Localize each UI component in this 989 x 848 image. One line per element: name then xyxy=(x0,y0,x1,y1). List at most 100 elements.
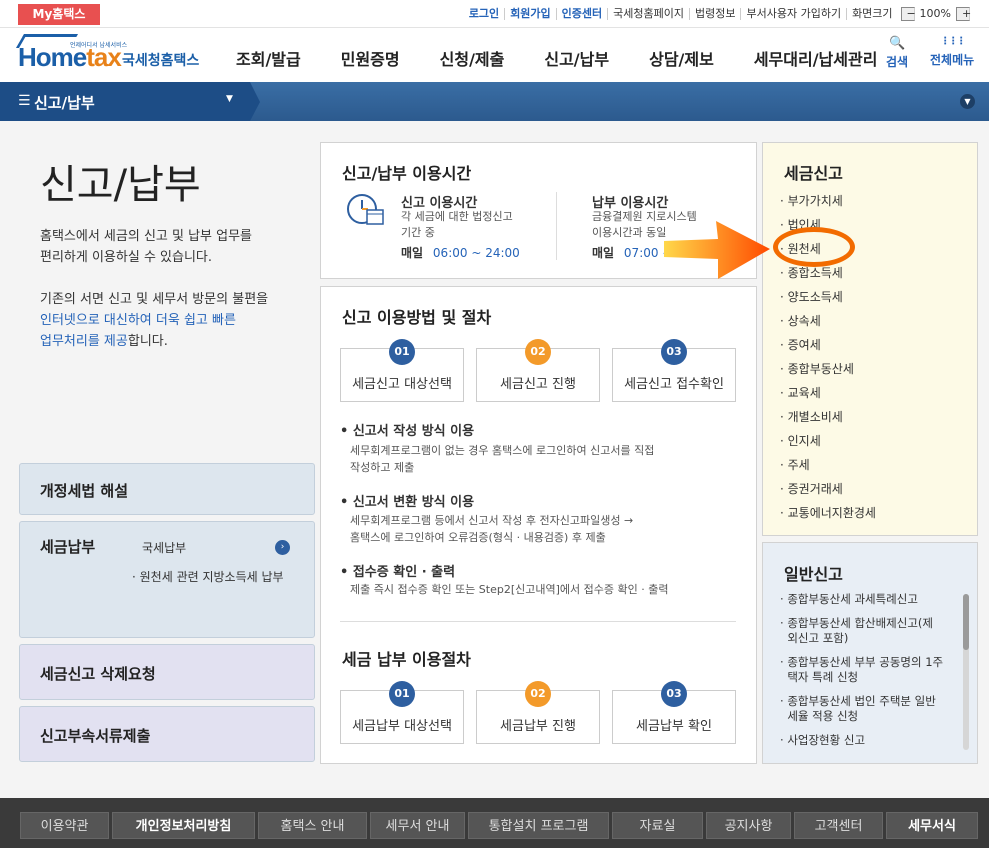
general-link-corporate-housing[interactable]: · 종합부동산세 법인 주택분 일반 세율 적용 신청 xyxy=(780,694,960,724)
general-link-label: 종합부동산세 과세특례신고 xyxy=(787,592,918,606)
nts-homepage-link[interactable]: 국세청홈페이지 xyxy=(608,8,690,20)
dropdown-arrow-icon: ▼ xyxy=(226,94,233,104)
login-link[interactable]: 로그인 xyxy=(464,8,506,20)
national-tax-payment-link[interactable]: 국세납부 xyxy=(142,539,186,556)
footer-privacy[interactable]: 개인정보처리방침 xyxy=(112,812,255,839)
method-bullet-text: 신고서 작성 방식 이용 xyxy=(352,424,475,439)
attachment-submit-box[interactable]: 신고부속서류제출 xyxy=(19,706,315,762)
zoom-in-button[interactable]: + xyxy=(956,7,971,21)
step-pay-progress[interactable]: 02 세금납부 진행 xyxy=(476,681,600,744)
tax-link-vat[interactable]: · 부가가치세 xyxy=(780,192,843,209)
intro-highlight: 업무처리를 제공 xyxy=(40,334,128,349)
method-desc-2: 세무회계프로그램 등에서 신고서 작성 후 전자신고파일생성 → 홈택스에 로그인… xyxy=(350,512,730,546)
screen-size-label: 화면크기 xyxy=(852,7,893,20)
step-report-select[interactable]: 01 세금신고 대상선택 xyxy=(340,339,464,402)
tax-link-stamp[interactable]: · 인지세 xyxy=(780,432,821,449)
gnb-certificate[interactable]: 민원증명 xyxy=(341,46,400,70)
dept-user-signup-link[interactable]: 부서사용자 가입하기 xyxy=(741,8,848,20)
tax-link-liquor[interactable]: · 주세 xyxy=(780,456,810,473)
footer-tax-office[interactable]: 세무서 안내 xyxy=(370,812,465,839)
tax-link-inheritance[interactable]: · 상속세 xyxy=(780,312,821,329)
arrow-right-icon[interactable]: › xyxy=(275,540,290,555)
tax-link-label: 교육세 xyxy=(787,386,821,400)
logo-tax-text: tax xyxy=(86,42,122,72)
tax-link-transfer[interactable]: · 양도소득세 xyxy=(780,288,843,305)
general-link-label: 종합부동산세 합산배제신고(제 xyxy=(787,616,933,630)
location-arrow-shape xyxy=(250,82,260,121)
tax-link-label: 증권거래세 xyxy=(787,482,843,496)
step-pay-confirm[interactable]: 03 세금납부 확인 xyxy=(612,681,736,744)
top-links: 로그인 회원가입 인증센터 국세청홈페이지 법령정보 부서사용자 가입하기 화면… xyxy=(464,7,973,21)
footer-notice[interactable]: 공지사항 xyxy=(706,812,791,839)
tax-link-transport-energy[interactable]: · 교통에너지환경세 xyxy=(780,504,876,521)
all-menu-label: 전체메뉴 xyxy=(930,53,975,67)
tax-link-property[interactable]: · 종합부동산세 xyxy=(780,360,854,377)
delete-request-box[interactable]: 세금신고 삭제요청 xyxy=(19,644,315,700)
my-hometax-button[interactable]: My홈택스 xyxy=(18,4,100,25)
footer-terms[interactable]: 이용약관 xyxy=(20,812,109,839)
tax-link-securities[interactable]: · 증권거래세 xyxy=(780,480,843,497)
intro-highlight: 인터넷으로 대신하여 더욱 쉽고 빠른 xyxy=(40,313,236,328)
tax-law-revision-box[interactable]: 개정세법 해설 xyxy=(19,463,315,515)
tax-payment-title: 세금납부 xyxy=(40,538,96,556)
logo-home-text: Home xyxy=(18,42,87,72)
method-desc-line: 세무회계프로그램이 없는 경우 홈택스에 로그인하여 신고서를 직접 xyxy=(350,444,655,457)
logo-korean-text: 국세청홈택스 xyxy=(122,53,200,69)
general-link-business-status[interactable]: · 사업장현황 신고 xyxy=(780,733,960,748)
footer-archive[interactable]: 자료실 xyxy=(612,812,703,839)
all-menu-button[interactable]: ⋮⋮⋮ 전체메뉴 xyxy=(930,36,974,68)
step-label: 세금신고 진행 xyxy=(500,377,576,392)
gnb-consult[interactable]: 상담/제보 xyxy=(649,46,714,70)
hours-title: 신고/납부 이용시간 xyxy=(342,164,472,183)
tax-link-label: 인지세 xyxy=(787,434,821,448)
hours-divider xyxy=(556,192,557,260)
step-report-progress[interactable]: 02 세금신고 진행 xyxy=(476,339,600,402)
local-income-tax-link[interactable]: · 원천세 관련 지방소득세 납부 xyxy=(132,568,284,585)
scrollbar-thumb[interactable] xyxy=(963,594,969,650)
step-number: 03 xyxy=(661,681,687,707)
report-hours-time: 매일 06:00 ~ 24:00 xyxy=(401,244,520,261)
step-number: 01 xyxy=(389,681,415,707)
tax-link-consumption[interactable]: · 개별소비세 xyxy=(780,408,843,425)
gnb-agent[interactable]: 세무대리/납세관리 xyxy=(754,46,878,70)
method-desc-1: 세무회계프로그램이 없는 경우 홈택스에 로그인하여 신고서를 직접작성하고 제… xyxy=(350,442,730,476)
chevron-down-icon[interactable]: ▼ xyxy=(960,94,975,109)
footer-tax-forms[interactable]: 세무서식 xyxy=(886,812,978,839)
general-link-exclusion[interactable]: · 종합부동산세 합산배제신고(제 외신고 포함) xyxy=(780,616,960,646)
general-link-label: 사업장현황 신고 xyxy=(787,733,866,747)
step-number: 01 xyxy=(389,339,415,365)
step-report-confirm[interactable]: 03 세금신고 접수확인 xyxy=(612,339,736,402)
report-hours-desc-line: 각 세금에 대한 법정신고 xyxy=(401,210,513,223)
step-pay-select[interactable]: 01 세금납부 대상선택 xyxy=(340,681,464,744)
hamburger-icon: ☰ xyxy=(18,93,31,109)
method-divider xyxy=(340,621,736,622)
search-button[interactable]: 🔍 검색 xyxy=(886,36,908,70)
page-title: 신고/납부 xyxy=(40,162,201,208)
tax-link-education[interactable]: · 교육세 xyxy=(780,384,821,401)
tax-link-gift[interactable]: · 증여세 xyxy=(780,336,821,353)
general-link-special[interactable]: · 종합부동산세 과세특례신고 xyxy=(780,592,960,607)
method-desc-line: 제출 즉시 접수증 확인 또는 Step2[신고내역]에서 접수증 확인 · 출… xyxy=(350,583,669,596)
intro-line: 편리하게 이용하실 수 있습니다. xyxy=(40,250,213,265)
method-desc-line: 작성하고 제출 xyxy=(350,461,415,474)
tax-payment-box: 세금납부 국세납부 › · 원천세 관련 지방소득세 납부 xyxy=(19,521,315,638)
signup-link[interactable]: 회원가입 xyxy=(505,8,557,20)
tax-link-label: 상속세 xyxy=(787,314,821,328)
gnb-report-pay[interactable]: 신고/납부 xyxy=(544,46,609,70)
footer-hometax-guide[interactable]: 홈택스 안내 xyxy=(258,812,367,839)
method-bullet-2: • 신고서 변환 방식 이용 xyxy=(340,495,475,510)
pay-procedure-title: 세금 납부 이용절차 xyxy=(342,650,471,669)
footer-install-program[interactable]: 통합설치 프로그램 xyxy=(468,812,609,839)
general-link-couple[interactable]: · 종합부동산세 부부 공동명의 1주 택자 특례 신청 xyxy=(780,655,960,685)
step-number: 02 xyxy=(525,681,551,707)
hometax-logo[interactable]: 언제어디서 납세서비스 Hometax 국세청홈택스 xyxy=(15,34,208,78)
zoom-out-button[interactable]: − xyxy=(900,7,916,21)
gnb-application[interactable]: 신청/제출 xyxy=(440,46,505,70)
law-info-link[interactable]: 법령정보 xyxy=(690,8,742,20)
search-icon: 🔍 xyxy=(888,36,906,51)
gnb-inquiry[interactable]: 조회/발급 xyxy=(236,46,301,70)
zoom-level: 100% xyxy=(919,7,951,20)
location-select[interactable]: ☰ 신고/납부 ▼ xyxy=(0,82,250,121)
cert-center-link[interactable]: 인증센터 xyxy=(557,8,609,20)
footer-customer-center[interactable]: 고객센터 xyxy=(794,812,883,839)
